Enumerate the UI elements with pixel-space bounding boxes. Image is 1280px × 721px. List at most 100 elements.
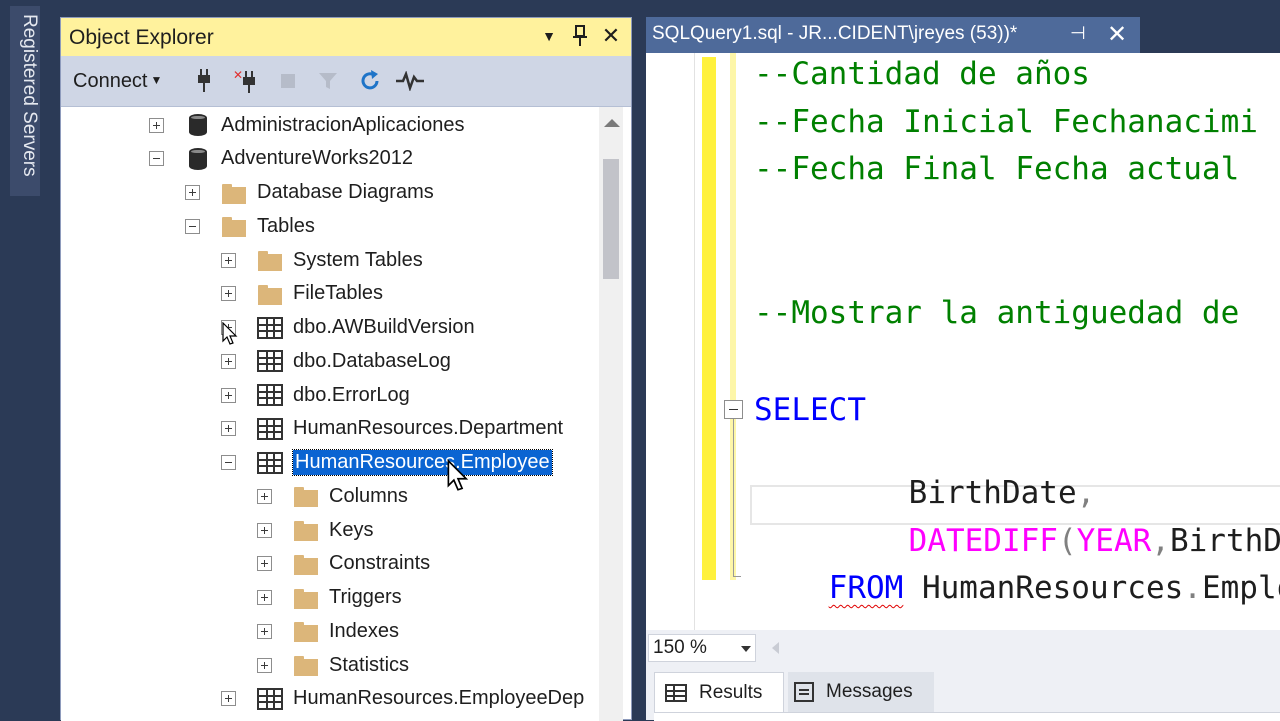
table-icon [257, 316, 283, 339]
messages-icon [794, 682, 814, 702]
zoom-level-dropdown[interactable]: 150 % [648, 634, 756, 662]
tree-node[interactable]: dbo.AWBuildVersion [221, 312, 475, 344]
expand-plus-icon[interactable] [185, 185, 200, 200]
auto-hide-pin-icon[interactable] [566, 22, 594, 50]
tree-node[interactable]: Keys [257, 514, 373, 546]
tree-node[interactable]: Database Diagrams [185, 177, 434, 209]
expand-plus-icon[interactable] [221, 387, 236, 403]
tree-node[interactable]: Constraints [257, 548, 430, 580]
code-dot: . [1183, 570, 1202, 606]
tree-node[interactable]: dbo.DatabaseLog [221, 345, 451, 377]
expand-plus-icon[interactable] [221, 691, 236, 707]
tree-vertical-scrollbar[interactable] [599, 107, 623, 721]
code-line-comment-3: --Fecha Final Fecha actual [754, 151, 1240, 187]
tree-node-label[interactable]: Triggers [329, 586, 402, 609]
tree-node[interactable]: Columns [257, 480, 408, 512]
table-icon [257, 384, 283, 406]
refresh-icon[interactable] [355, 68, 385, 94]
expand-plus-icon[interactable] [221, 252, 236, 268]
tree-node[interactable]: HumanResources.EmployeeDep [221, 683, 584, 715]
tree-node-label[interactable]: HumanResources.Employee [292, 449, 553, 476]
disconnect-plug-icon[interactable]: ✕ [231, 68, 261, 94]
collapse-region-icon[interactable] [724, 400, 743, 419]
close-panel-icon[interactable]: ✕ [597, 22, 625, 50]
expand-plus-icon[interactable] [257, 522, 272, 538]
tab-pin-icon[interactable]: ⊣ [1070, 23, 1086, 44]
mouse-cursor-ghost-icon [222, 321, 238, 351]
tree-node-label[interactable]: Tables [257, 215, 315, 238]
scroll-up-arrow-icon[interactable] [604, 119, 620, 127]
tree-node-label[interactable]: Statistics [329, 654, 409, 677]
left-tool-strip: Registered Servers [0, 0, 46, 720]
tree-node-label[interactable]: HumanResources.EmployeeDep [293, 687, 584, 710]
connect-dropdown-button[interactable]: Connect ▼ [73, 70, 162, 93]
tree-node-label[interactable]: dbo.ErrorLog [293, 384, 410, 407]
tree-node[interactable]: Statistics [257, 649, 409, 681]
tree-node[interactable]: System Tables [221, 244, 423, 276]
tree-node[interactable]: FileTables [221, 278, 383, 310]
tree-node[interactable]: AdventureWorks2012 [149, 143, 413, 175]
expand-plus-icon[interactable] [257, 488, 272, 504]
tree-node[interactable]: dbo.ErrorLog [221, 379, 410, 411]
folder-icon [221, 214, 247, 238]
object-explorer-tree: AdministracionAplicaciones AdventureWorks… [61, 107, 601, 721]
code-line-comment-2: --Fecha Inicial Fechanacimi [754, 104, 1258, 140]
document-tab-bar: SQLQuery1.sql - JR...CIDENT\jreyes (53))… [646, 17, 1280, 53]
expand-plus-icon[interactable] [221, 421, 236, 437]
expand-plus-icon[interactable] [257, 590, 272, 605]
tree-node-label[interactable]: HumanResources.Department [293, 417, 563, 440]
folder-icon [257, 282, 283, 306]
expand-plus-icon[interactable] [257, 657, 272, 673]
query-editor[interactable]: --Cantidad de años --Fecha Inicial Fecha… [646, 53, 1280, 630]
table-icon [257, 350, 283, 373]
tree-node-label[interactable]: dbo.DatabaseLog [293, 350, 451, 373]
window-position-dropdown-icon[interactable]: ▼ [535, 22, 563, 50]
tree-node[interactable]: Tables [185, 210, 315, 242]
editor-margin [646, 53, 695, 630]
collapse-minus-icon[interactable] [185, 218, 200, 234]
zoom-dropdown-arrow-icon [741, 646, 751, 652]
expand-plus-icon[interactable] [149, 117, 164, 133]
table-icon [257, 417, 283, 440]
stop-icon[interactable] [273, 68, 303, 94]
query-document-tab[interactable]: SQLQuery1.sql - JR...CIDENT\jreyes (53))… [646, 17, 1140, 53]
expand-plus-icon[interactable] [221, 353, 236, 369]
tree-node[interactable]: Triggers [257, 582, 402, 614]
expand-plus-icon[interactable] [257, 623, 272, 639]
tree-node-label[interactable]: dbo.AWBuildVersion [293, 316, 475, 339]
tree-node[interactable]: HumanResources.Employee [221, 447, 553, 479]
tree-node-label[interactable]: Database Diagrams [257, 181, 434, 204]
expand-plus-icon[interactable] [257, 556, 272, 572]
connect-plug-icon[interactable] [189, 68, 219, 94]
tab-results[interactable]: Results [654, 672, 784, 712]
tree-node-label[interactable]: Columns [329, 485, 408, 508]
database-icon [185, 147, 211, 171]
object-explorer-title: Object Explorer [69, 26, 214, 49]
tree-node-label[interactable]: Constraints [329, 552, 430, 575]
folder-icon [257, 248, 283, 272]
tab-results-label: Results [699, 681, 763, 703]
tree-node-label[interactable]: Indexes [329, 620, 399, 643]
expand-plus-icon[interactable] [221, 286, 236, 302]
tab-messages[interactable]: Messages [788, 672, 934, 712]
tree-node-label[interactable]: FileTables [293, 282, 383, 305]
tab-close-icon[interactable]: ✕ [1107, 20, 1127, 49]
tree-node-label[interactable]: Keys [329, 519, 373, 542]
horizontal-scroll-left-icon[interactable] [772, 642, 779, 654]
filter-icon[interactable] [313, 68, 343, 94]
tree-node[interactable]: HumanResources.Department [221, 413, 563, 445]
object-explorer-panel: Object Explorer ▼ ✕ Connect ▼ ✕ Administr… [60, 17, 632, 721]
tree-node[interactable]: AdministracionAplicaciones [149, 109, 464, 141]
query-tab-title: SQLQuery1.sql - JR...CIDENT\jreyes (53))… [652, 23, 1018, 44]
tree-node-label[interactable]: System Tables [293, 249, 423, 272]
scrollbar-thumb[interactable] [603, 159, 619, 279]
tree-node[interactable]: Indexes [257, 615, 399, 647]
collapse-minus-icon[interactable] [221, 455, 236, 470]
code-line-comment-1: --Cantidad de años [754, 56, 1090, 92]
tree-node-label[interactable]: AdventureWorks2012 [221, 147, 413, 170]
registered-servers-tab[interactable]: Registered Servers [10, 6, 40, 196]
activity-monitor-icon[interactable] [395, 68, 425, 94]
collapse-minus-icon[interactable] [149, 151, 164, 167]
tree-node-label[interactable]: AdministracionAplicaciones [221, 114, 464, 137]
change-tracking-bar [702, 57, 716, 580]
